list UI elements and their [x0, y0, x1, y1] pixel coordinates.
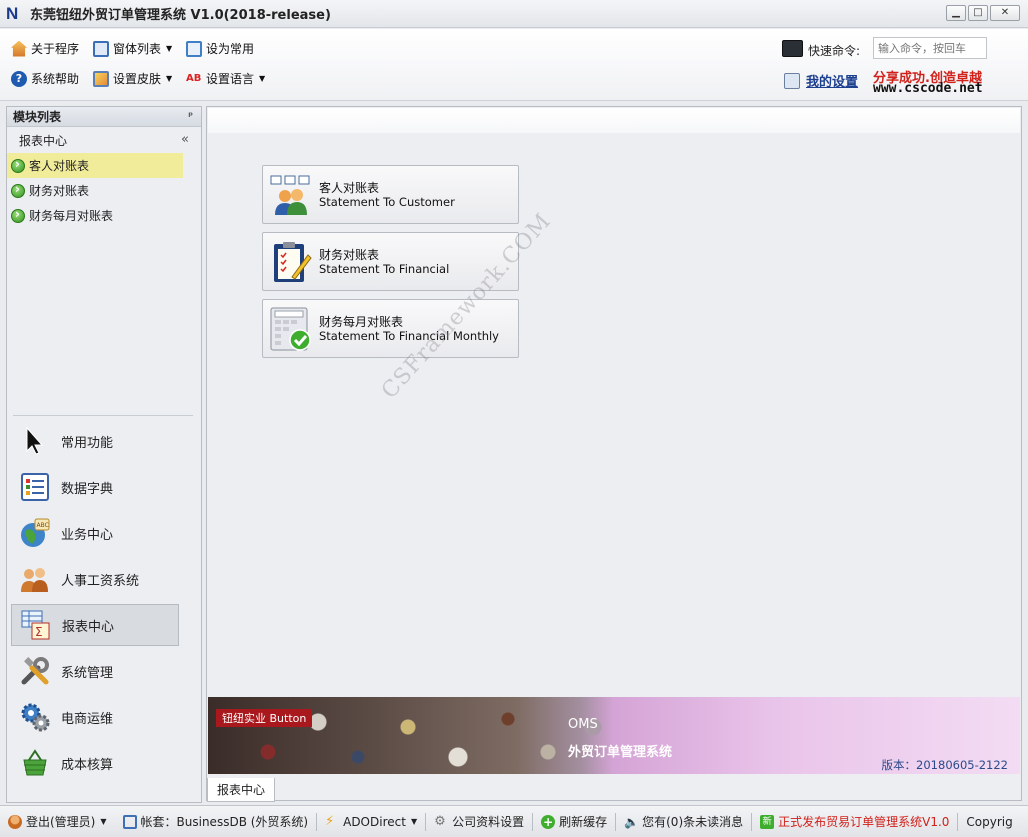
house-icon	[11, 40, 27, 57]
arrow-circle-icon	[11, 157, 25, 173]
window-title: 东莞钮纽外贸订单管理系统 V1.0(2018-release)	[30, 8, 331, 23]
basket-icon	[19, 747, 51, 779]
help-button[interactable]: ? 系统帮助	[11, 70, 79, 87]
nav-hr-payroll[interactable]: 人事工资系统	[11, 558, 179, 600]
chevron-down-icon: ▼	[100, 817, 107, 826]
sidebar-header: 模块列表 ᵖ	[7, 107, 201, 127]
terminal-icon	[782, 40, 803, 57]
nav-data-dictionary[interactable]: 数据字典	[11, 466, 179, 508]
settings-icon	[784, 72, 800, 89]
tree-item-financial-statement[interactable]: 财务对账表	[7, 178, 183, 203]
main-panel: 客人对账表 Statement To Customer 财务对账表 Statem…	[206, 106, 1022, 802]
cursor-icon	[19, 425, 51, 457]
window-controls: ▁ □ ✕	[946, 5, 1020, 21]
banner-oms: OMS	[568, 717, 598, 732]
ado-direct-dropdown[interactable]: ⚡ ADODirect ▼	[317, 812, 425, 832]
help-icon: ?	[11, 70, 27, 87]
chevron-down-icon: ▼	[166, 74, 173, 83]
nav-cost-accounting[interactable]: 成本核算	[11, 742, 179, 784]
main-top-strip	[208, 108, 1020, 133]
pin-icon[interactable]: ᵖ	[188, 111, 193, 122]
svg-text:ABC: ABC	[37, 522, 49, 529]
card-title-en: Statement To Customer	[319, 194, 455, 209]
minimize-button[interactable]: ▁	[946, 5, 966, 21]
version-label: 版本：20180605-2122	[881, 758, 1008, 772]
quick-command-input[interactable]	[873, 37, 987, 59]
maximize-button[interactable]: □	[968, 5, 988, 21]
quick-command-label: 快速命令:	[808, 44, 861, 58]
nav-report-center[interactable]: Σ 报表中心	[11, 604, 179, 646]
users-icon	[19, 563, 51, 595]
account-info: 帐套：BusinessDB (外贸系统)	[115, 812, 317, 832]
gears-icon	[19, 701, 51, 733]
calculator-check-icon	[269, 307, 313, 351]
nav-divider	[13, 415, 193, 416]
nav-ecommerce-ops[interactable]: 电商运维	[11, 696, 179, 738]
customer-statement-button[interactable]: 客人对账表 Statement To Customer	[262, 165, 519, 224]
release-notice[interactable]: 新 正式发布贸易订单管理系统V1.0	[752, 812, 957, 832]
plus-circle-icon: +	[541, 814, 556, 829]
lightning-icon: ⚡	[325, 813, 335, 829]
tree-item-customer-statement[interactable]: 客人对账表	[7, 153, 183, 178]
globe-icon: ABC	[19, 517, 51, 549]
banner-tag: 钮纽实业 Button	[216, 709, 313, 727]
new-badge-icon: 新	[760, 814, 775, 829]
card-title-en: Statement To Financial	[319, 261, 450, 276]
skin-button[interactable]: 设置皮肤 ▼	[93, 70, 172, 87]
app-logo-icon: N	[6, 3, 19, 23]
chevron-down-icon: ▼	[166, 44, 173, 53]
language-icon: AB	[186, 72, 202, 84]
nav-business-center[interactable]: ABC 业务中心	[11, 512, 179, 554]
card-title-cn: 财务对账表	[319, 247, 380, 262]
arrow-circle-icon	[11, 207, 25, 223]
tab-report-center[interactable]: 报表中心	[207, 778, 275, 802]
brand-website: www.cscode.net	[873, 81, 983, 96]
gear-icon: ⚙	[434, 813, 446, 829]
collapse-icon[interactable]: «	[181, 132, 189, 147]
language-button[interactable]: AB 设置语言 ▼	[186, 70, 265, 87]
product-banner: 钮纽实业 Button OMS 外贸订单管理系统 版本：20180605-212…	[208, 697, 1020, 774]
svg-text:Σ: Σ	[35, 625, 43, 639]
company-settings-button[interactable]: ⚙ 公司资料设置	[426, 812, 532, 832]
copyright-text: Copyrig	[966, 814, 1013, 829]
card-title-cn: 客人对账表	[319, 180, 380, 195]
logout-button[interactable]: 登出(管理员) ▼	[0, 812, 115, 832]
list-icon	[19, 471, 51, 503]
window-list-button[interactable]: 窗体列表 ▼	[93, 40, 172, 57]
about-button[interactable]: 关于程序	[11, 40, 79, 57]
star-icon	[186, 40, 202, 57]
clipboard-icon	[269, 240, 313, 284]
nav-system-management[interactable]: 系统管理	[11, 650, 179, 692]
my-settings-label[interactable]: 我的设置	[806, 71, 858, 90]
customer-report-icon	[269, 173, 313, 217]
report-icon: Σ	[20, 609, 52, 641]
refresh-cache-button[interactable]: + 刷新缓存	[533, 812, 615, 832]
my-settings-link[interactable]: 我的设置	[784, 71, 858, 90]
chevron-down-icon: ▼	[410, 817, 418, 826]
arrow-circle-icon	[11, 182, 25, 198]
set-common-button[interactable]: 设为常用	[186, 40, 254, 57]
network-icon	[122, 814, 137, 829]
title-bar: N 东莞钮纽外贸订单管理系统 V1.0(2018-release) ▁ □ ✕	[0, 0, 1028, 28]
speaker-icon: 🔈	[624, 814, 640, 829]
status-bar: 登出(管理员) ▼ 帐套：BusinessDB (外贸系统) ⚡ ADODirec…	[0, 805, 1028, 837]
banner-system-name: 外贸订单管理系统	[568, 745, 673, 760]
close-button[interactable]: ✕	[990, 5, 1020, 21]
tree-item-monthly-statement[interactable]: 财务每月对账表	[7, 203, 183, 228]
toolbar: 关于程序 窗体列表 ▼ 设为常用 ? 系统帮助 设置皮肤 ▼ AB 设置语言 ▼ 快速…	[0, 29, 1028, 101]
chevron-down-icon: ▼	[259, 74, 266, 83]
card-title-en: Statement To Financial Monthly	[319, 328, 499, 343]
palette-icon	[93, 70, 109, 87]
section-title: 报表中心 «	[19, 132, 189, 148]
user-icon	[8, 814, 22, 829]
windows-icon	[93, 40, 109, 57]
nav-common-functions[interactable]: 常用功能	[11, 420, 179, 462]
module-sidebar: 模块列表 ᵖ 报表中心 « 客人对账表 财务对账表 财务每月对账表 常用功能 数…	[6, 106, 202, 803]
tools-icon	[19, 655, 51, 687]
messages-button[interactable]: 🔈 您有(0)条未读消息	[616, 812, 751, 832]
